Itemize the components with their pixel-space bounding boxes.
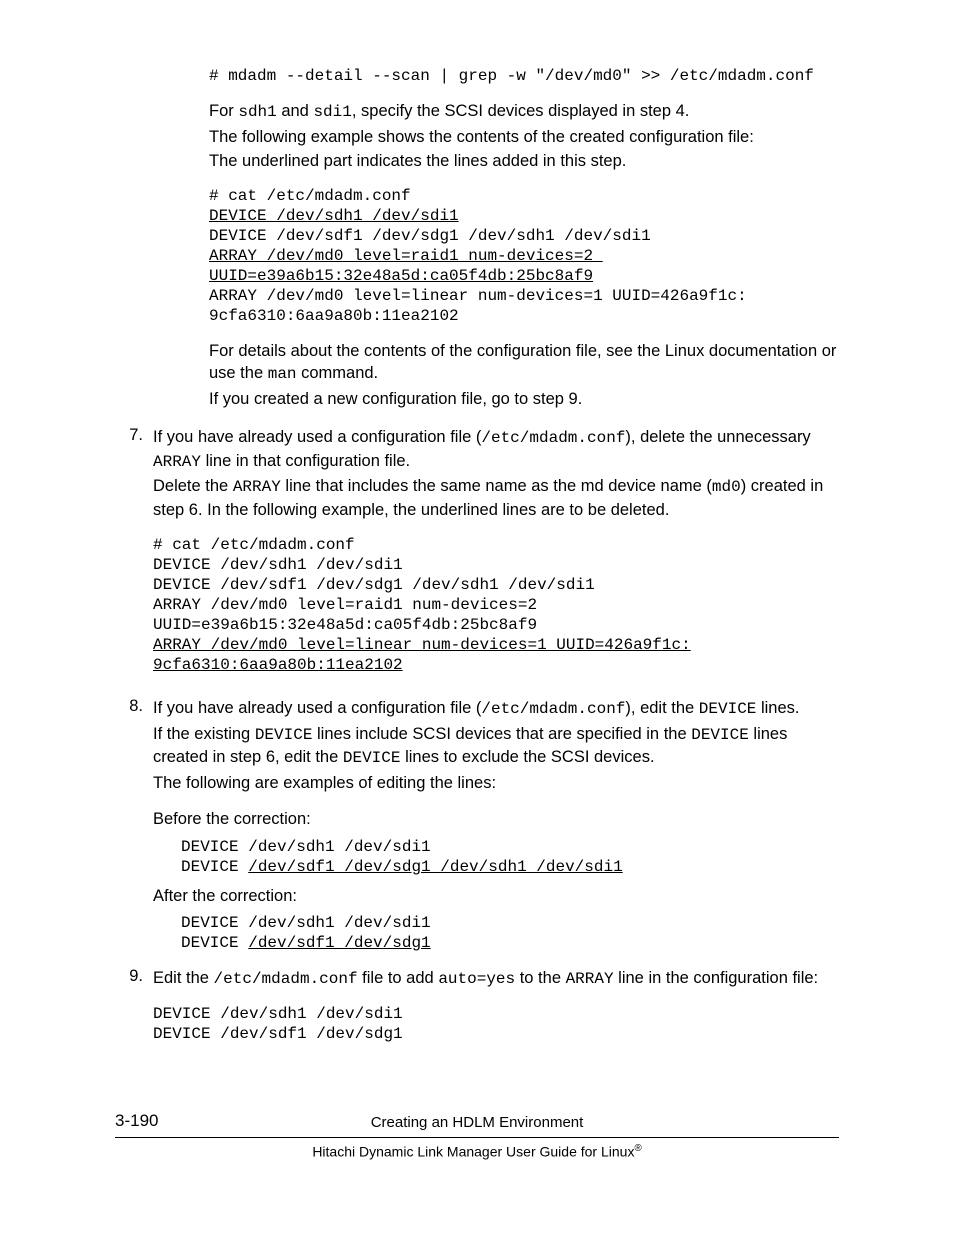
s8-p1: If you have already used a configuration… (153, 697, 839, 721)
text: If you have already used a configuration… (153, 428, 481, 446)
text: line in the configuration file: (614, 969, 819, 987)
code-inline: auto=yes (438, 970, 515, 988)
code-line: DEVICE /dev/sdh1 /dev/sdi1 (181, 914, 431, 932)
text: command. (297, 364, 379, 382)
step-8: 8. If you have already used a configurat… (115, 695, 839, 959)
code-line: UUID=e39a6b15:32e48a5d:ca05f4db:25bc8af9 (209, 267, 593, 285)
registered-mark: ® (634, 1143, 641, 1154)
step-number: 7. (115, 424, 153, 681)
text: ), edit the (625, 699, 698, 717)
code-line: 9cfa6310:6aa9a80b:11ea2102 (153, 656, 403, 674)
s8-p3: The following are examples of editing th… (153, 772, 839, 794)
code-inline: sdi1 (313, 103, 351, 121)
code-line: DEVICE (181, 934, 248, 952)
text: lines to exclude the SCSI devices. (400, 748, 654, 766)
step-number: 9. (115, 965, 153, 1051)
code-inline: /etc/mdadm.conf (214, 970, 358, 988)
step-7: 7. If you have already used a configurat… (115, 424, 839, 681)
after-label: After the correction: (153, 885, 839, 907)
code-line: DEVICE /dev/sdh1 /dev/sdi1 (209, 207, 459, 225)
code-line: ARRAY /dev/md0 level=raid1 num-devices=2 (153, 596, 547, 614)
s7-p2: Delete the ARRAY line that includes the … (153, 475, 839, 521)
step-9: 9. Edit the /etc/mdadm.conf file to add … (115, 965, 839, 1051)
text: If the existing (153, 725, 255, 743)
code-inline: md0 (712, 478, 741, 496)
document-page: # mdadm --detail --scan | grep -w "/dev/… (0, 0, 954, 1202)
command-line: # mdadm --detail --scan | grep -w "/dev/… (209, 66, 839, 86)
intro-p5: If you created a new configuration file,… (209, 388, 839, 410)
footer-row: 3-190 Creating an HDLM Environment (115, 1110, 839, 1138)
text: , specify the SCSI devices displayed in … (352, 102, 690, 120)
code-line: DEVICE (181, 858, 248, 876)
code-line: DEVICE /dev/sdh1 /dev/sdi1 (153, 1005, 403, 1023)
after-block: DEVICE /dev/sdh1 /dev/sdi1 DEVICE /dev/s… (153, 913, 839, 953)
code-line: 9cfa6310:6aa9a80b:11ea2102 (209, 307, 459, 325)
intro-block: # mdadm --detail --scan | grep -w "/dev/… (115, 66, 839, 410)
page-footer: 3-190 Creating an HDLM Environment Hitac… (115, 1110, 839, 1161)
text: If you have already used a configuration… (153, 699, 481, 717)
s7-p1: If you have already used a configuration… (153, 426, 839, 473)
text: to the (515, 969, 565, 987)
code-line: DEVICE /dev/sdf1 /dev/sdg1 /dev/sdh1 /de… (209, 227, 651, 245)
text: and (277, 102, 314, 120)
config-example-1: # cat /etc/mdadm.conf DEVICE /dev/sdh1 /… (209, 186, 839, 326)
step-number: 8. (115, 695, 153, 959)
code-line: ARRAY /dev/md0 level=linear num-devices=… (209, 287, 747, 305)
code-inline: /etc/mdadm.conf (481, 429, 625, 447)
before-label: Before the correction: (153, 808, 839, 830)
intro-p2: The following example shows the contents… (209, 126, 839, 148)
code-inline: sdh1 (238, 103, 276, 121)
before-block: DEVICE /dev/sdh1 /dev/sdi1 DEVICE /dev/s… (153, 837, 839, 877)
code-line: # cat /etc/mdadm.conf (153, 536, 355, 554)
code-line: DEVICE /dev/sdh1 /dev/sdi1 (153, 556, 403, 574)
text: Hitachi Dynamic Link Manager User Guide … (312, 1144, 634, 1160)
code-inline: DEVICE (343, 749, 401, 767)
code-inline: DEVICE (691, 726, 749, 744)
code-line: DEVICE /dev/sdh1 /dev/sdi1 (181, 838, 431, 856)
text: lines include SCSI devices that are spec… (312, 725, 691, 743)
intro-p4: For details about the contents of the co… (209, 340, 839, 386)
text: Delete the (153, 477, 233, 495)
code-line: /dev/sdf1 /dev/sdg1 /dev/sdh1 /dev/sdi1 (248, 858, 622, 876)
text: Edit the (153, 969, 214, 987)
s8-p2: If the existing DEVICE lines include SCS… (153, 723, 839, 770)
code-line: DEVICE /dev/sdf1 /dev/sdg1 (153, 1025, 403, 1043)
intro-p1: For sdh1 and sdi1, specify the SCSI devi… (209, 100, 839, 124)
text: ), delete the unnecessary (625, 428, 810, 446)
step-body: Edit the /etc/mdadm.conf file to add aut… (153, 965, 839, 1051)
intro-p3: The underlined part indicates the lines … (209, 150, 839, 172)
code-inline: ARRAY (566, 970, 614, 988)
text: line that includes the same name as the … (281, 477, 712, 495)
code-line: UUID=e39a6b15:32e48a5d:ca05f4db:25bc8af9 (153, 616, 537, 634)
text: file to add (358, 969, 439, 987)
chapter-title: Creating an HDLM Environment (195, 1113, 759, 1133)
code-line: /dev/sdf1 /dev/sdg1 (248, 934, 430, 952)
s9-block: DEVICE /dev/sdh1 /dev/sdi1 DEVICE /dev/s… (153, 1004, 839, 1044)
code-line: ARRAY /dev/md0 level=linear num-devices=… (153, 636, 691, 654)
text: lines. (756, 699, 799, 717)
code-line: # cat /etc/mdadm.conf (209, 187, 411, 205)
text: For (209, 102, 238, 120)
config-example-2: # cat /etc/mdadm.conf DEVICE /dev/sdh1 /… (153, 535, 839, 675)
code-inline: man (268, 365, 297, 383)
text: line in that configuration file. (201, 452, 410, 470)
code-inline: DEVICE (699, 700, 757, 718)
code-line: ARRAY /dev/md0 level=raid1 num-devices=2 (209, 247, 603, 265)
step-body: If you have already used a configuration… (153, 424, 839, 681)
s9-p1: Edit the /etc/mdadm.conf file to add aut… (153, 967, 839, 991)
code-line: DEVICE /dev/sdf1 /dev/sdg1 /dev/sdh1 /de… (153, 576, 595, 594)
code-inline: DEVICE (255, 726, 313, 744)
code-inline: ARRAY (233, 478, 281, 496)
page-number: 3-190 (115, 1110, 195, 1133)
doc-title: Hitachi Dynamic Link Manager User Guide … (115, 1142, 839, 1162)
code-inline: /etc/mdadm.conf (481, 700, 625, 718)
code-inline: ARRAY (153, 453, 201, 471)
step-body: If you have already used a configuration… (153, 695, 839, 959)
